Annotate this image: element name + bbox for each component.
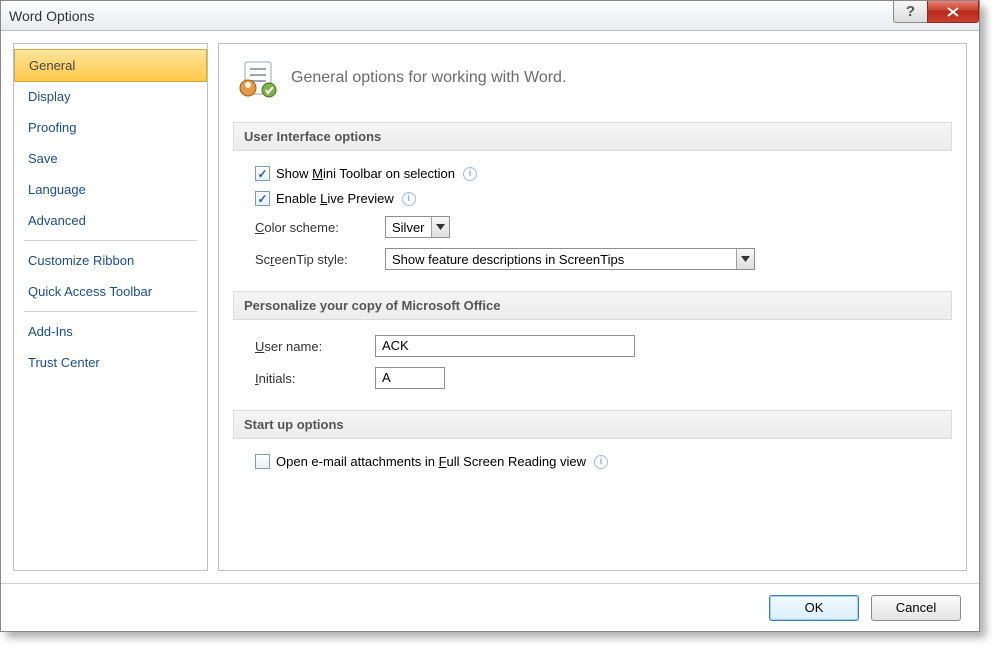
dialog-footer: OK Cancel (1, 583, 979, 631)
ok-button[interactable]: OK (769, 595, 859, 621)
close-icon (946, 6, 960, 18)
sidebar-item-customize-ribbon[interactable]: Customize Ribbon (14, 245, 207, 276)
label-fullscreen-reading: Open e-mail attachments in Full Screen R… (276, 454, 586, 469)
section-header-startup: Start up options (233, 410, 952, 439)
close-button[interactable] (927, 1, 979, 23)
sidebar-item-quick-access-toolbar[interactable]: Quick Access Toolbar (14, 276, 207, 307)
label-color-scheme: Color scheme: (255, 220, 375, 235)
label-initials: Initials: (255, 371, 365, 386)
word-options-dialog: Word Options ? GeneralDisplayProofingSav… (0, 0, 980, 632)
page-heading: General options for working with Word. (291, 69, 566, 87)
cancel-button[interactable]: Cancel (871, 595, 961, 621)
sidebar-item-save[interactable]: Save (14, 143, 207, 174)
sidebar-separator (24, 311, 197, 312)
sidebar-item-trust-center[interactable]: Trust Center (14, 347, 207, 378)
section-header-ui: User Interface options (233, 122, 952, 151)
label-user-name: User name: (255, 339, 365, 354)
chevron-down-icon (431, 217, 449, 237)
input-user-name[interactable]: ACK (375, 335, 635, 357)
help-button[interactable]: ? (893, 1, 927, 23)
dropdown-color-scheme[interactable]: Silver (385, 216, 450, 238)
sidebar-item-display[interactable]: Display (14, 81, 207, 112)
titlebar: Word Options ? (1, 1, 979, 31)
category-sidebar: GeneralDisplayProofingSaveLanguageAdvanc… (13, 43, 208, 571)
options-panel: General options for working with Word. U… (218, 43, 967, 571)
sidebar-item-add-ins[interactable]: Add-Ins (14, 316, 207, 347)
section-header-personalize: Personalize your copy of Microsoft Offic… (233, 291, 952, 320)
checkbox-fullscreen-reading[interactable] (255, 454, 270, 469)
sidebar-item-proofing[interactable]: Proofing (14, 112, 207, 143)
sidebar-item-language[interactable]: Language (14, 174, 207, 205)
info-icon[interactable]: i (402, 192, 416, 206)
sidebar-separator (24, 240, 197, 241)
checkbox-live-preview[interactable] (255, 191, 270, 206)
info-icon[interactable]: i (594, 455, 608, 469)
dropdown-screentip-style[interactable]: Show feature descriptions in ScreenTips (385, 248, 755, 270)
input-initials[interactable]: A (375, 367, 445, 389)
label-live-preview: Enable Live Preview (276, 191, 394, 206)
sidebar-item-general[interactable]: General (14, 49, 207, 82)
chevron-down-icon (736, 249, 754, 269)
sidebar-item-advanced[interactable]: Advanced (14, 205, 207, 236)
label-mini-toolbar: Show Mini Toolbar on selection (276, 166, 455, 181)
label-screentip-style: ScreenTip style: (255, 252, 375, 267)
help-icon: ? (906, 3, 915, 20)
window-title: Word Options (9, 8, 94, 24)
general-options-icon (239, 58, 279, 98)
checkbox-mini-toolbar[interactable] (255, 166, 270, 181)
info-icon[interactable]: i (463, 167, 477, 181)
